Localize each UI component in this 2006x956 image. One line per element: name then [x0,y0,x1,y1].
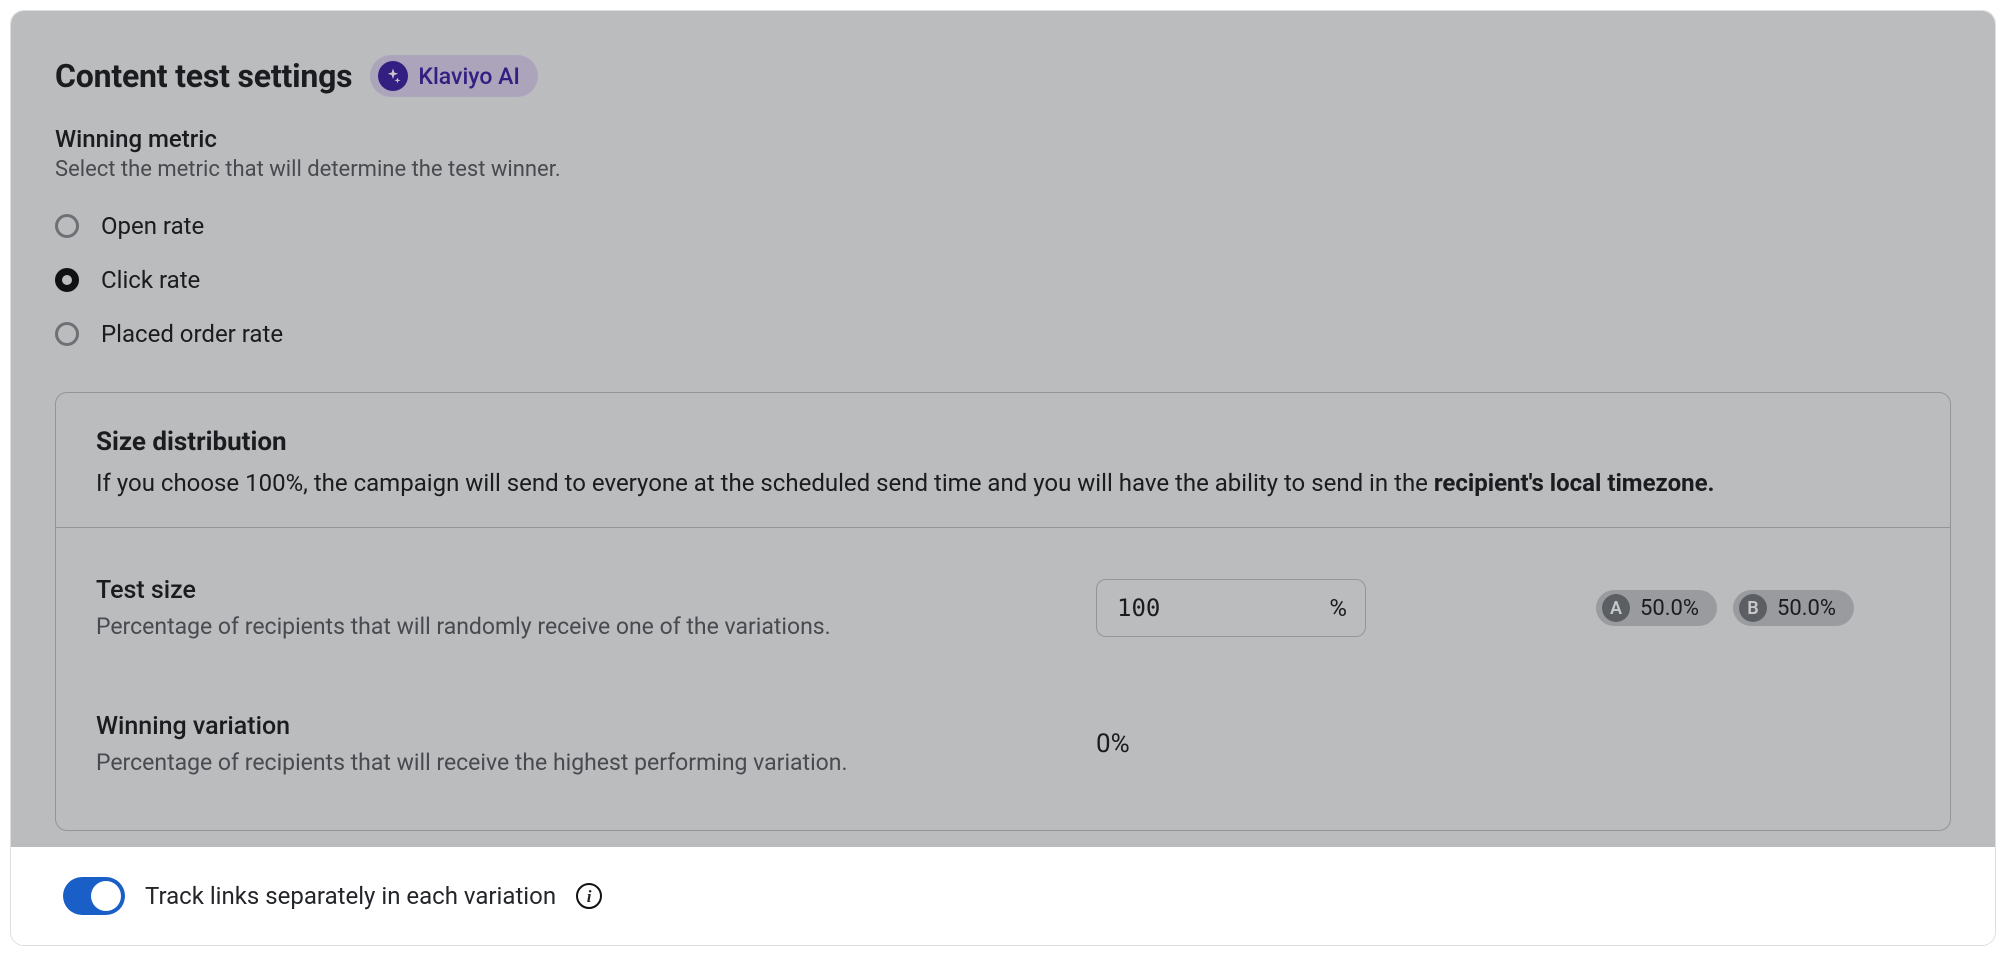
radio-option-click-rate[interactable]: Click rate [55,266,1951,294]
radio-option-placed-order-rate[interactable]: Placed order rate [55,320,1951,348]
test-size-input[interactable] [1115,593,1329,623]
radio-option-open-rate[interactable]: Open rate [55,212,1951,240]
percent-suffix: % [1329,594,1347,622]
winning-metric-subtext: Select the metric that will determine th… [55,157,1951,182]
radio-indicator [55,322,79,346]
page-title: Content test settings [55,57,352,95]
winning-variation-value: 0% [1096,729,1396,759]
winning-variation-subtext: Percentage of recipients that will recei… [96,749,1056,776]
test-size-subtext: Percentage of recipients that will rando… [96,613,1056,640]
variation-split-pills: A 50.0% B 50.0% [1436,590,1910,626]
size-distribution-card: Size distribution If you choose 100%, th… [55,392,1951,831]
variation-percent: 50.0% [1640,596,1699,621]
info-icon[interactable]: i [576,883,602,909]
klaviyo-ai-badge[interactable]: Klaviyo AI [370,55,538,97]
sparkle-icon [378,61,408,91]
variation-letter: A [1602,594,1630,622]
size-distribution-description: If you choose 100%, the campaign will se… [96,467,1910,499]
settings-panel: Content test settings Klaviyo AI Winning… [11,11,1995,945]
radio-label: Placed order rate [101,320,283,348]
test-size-title: Test size [96,576,1056,605]
variation-percent: 50.0% [1777,596,1836,621]
test-size-input-wrapper[interactable]: % [1096,579,1366,637]
track-links-label: Track links separately in each variation [145,882,556,910]
winning-metric-heading: Winning metric [55,125,1951,153]
winning-variation-title: Winning variation [96,712,1056,741]
variation-letter: B [1739,594,1767,622]
radio-indicator [55,268,79,292]
variation-pill-a: A 50.0% [1596,590,1717,626]
winning-metric-radio-group: Open rate Click rate Placed order rate [55,212,1951,348]
radio-label: Open rate [101,212,204,240]
track-links-strip: Track links separately in each variation… [11,847,1995,945]
radio-label: Click rate [101,266,200,294]
track-links-toggle[interactable] [63,877,125,915]
variation-pill-b: B 50.0% [1733,590,1854,626]
size-distribution-title: Size distribution [96,427,1910,457]
klaviyo-ai-badge-label: Klaviyo AI [418,63,520,90]
radio-indicator [55,214,79,238]
